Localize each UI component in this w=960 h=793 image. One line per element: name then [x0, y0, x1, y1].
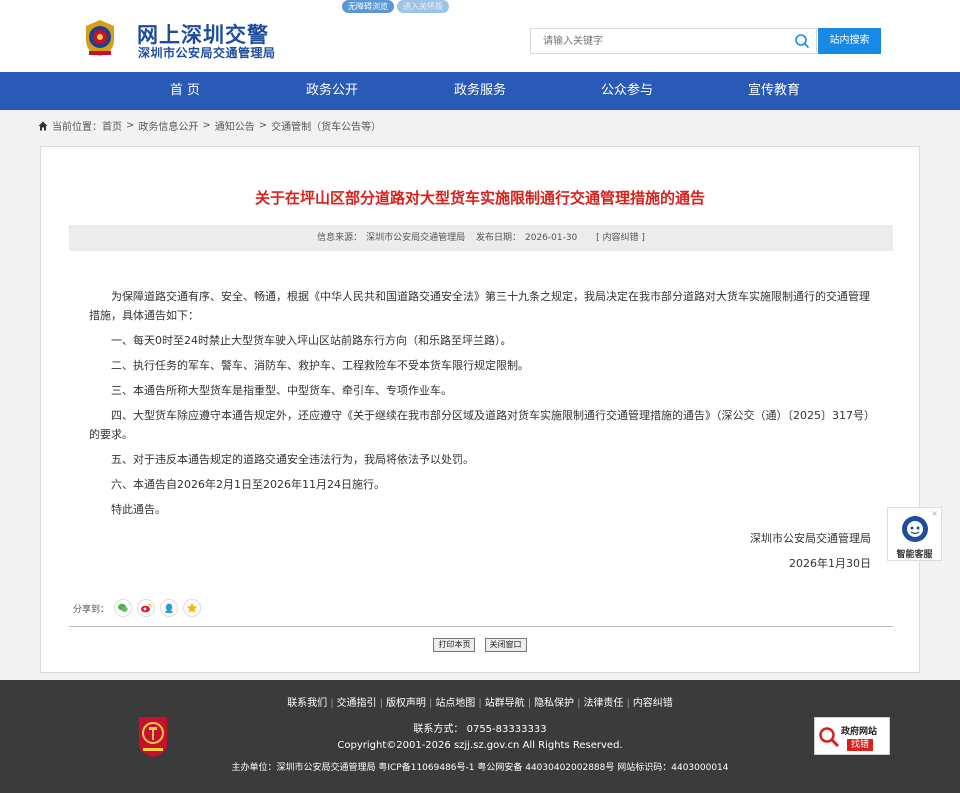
breadcrumb-separator: > [258, 120, 268, 131]
report-error-link[interactable]: [ 内容纠错 ] [596, 233, 645, 243]
nav-item-home[interactable]: 首 页 [125, 72, 245, 110]
share-label: 分享到： [73, 604, 110, 615]
article-body: 为保障道路交通有序、安全、畅通，根据《中华人民共和国道路交通安全法》第三十九条之… [89, 287, 879, 525]
main-nav: 首 页 政务公开 政务服务 公众参与 宣传教育 [0, 72, 960, 110]
care-mode-button[interactable]: 进入关怀版 [397, 0, 449, 13]
print-button[interactable]: 打印本页 [433, 638, 476, 652]
paragraph: 为保障道路交通有序、安全、畅通，根据《中华人民共和国道路交通安全法》第三十九条之… [89, 290, 870, 322]
divider [69, 626, 893, 627]
source-label: 信息来源： [317, 233, 363, 243]
nav-item-public-participation[interactable]: 公众参与 [567, 72, 687, 110]
accessibility-button[interactable]: 无障碍浏览 [342, 0, 394, 13]
smart-service-widget[interactable]: × 智能客服 [887, 507, 942, 561]
paragraph: 五、对于违反本通告规定的道路交通安全违法行为，我局将依法予以处罚。 [111, 453, 474, 466]
date-value: 2026-01-30 [524, 233, 578, 243]
home-icon [38, 121, 48, 130]
footer-link-contact[interactable]: 联系我们 [287, 698, 327, 709]
source-value: 深圳市公安局交通管理局 [366, 233, 466, 243]
paragraph: 四、大型货车除应遵守本通告规定外，还应遵守《关于继续在我市部分区域及道路对货车实… [89, 409, 875, 441]
article-title: 关于在坪山区部分道路对大型货车实施限制通行交通管理措施的通告 [254, 189, 705, 207]
breadcrumb-separator: > [126, 120, 135, 131]
footer-link-sitemap[interactable]: 站点地图 [435, 698, 475, 709]
accessibility-bar: 无障碍浏览 进入关怀版 [342, 0, 449, 13]
site-subtitle: 深圳市公安局交通管理局 [138, 46, 276, 60]
footer-link-legal[interactable]: 法律责任 [583, 698, 623, 709]
signature: 深圳市公安局交通管理局 [750, 532, 871, 545]
sign-date: 2026年1月30日 [789, 557, 871, 570]
wechat-icon[interactable] [114, 599, 133, 617]
breadcrumb-item-home[interactable]: 首页 [102, 118, 122, 133]
action-buttons: 打印本页 关闭窗口 [41, 632, 919, 652]
qq-icon[interactable] [160, 599, 179, 617]
breadcrumb-item-traffic-control[interactable]: 交通管制（货车公告等） [271, 118, 381, 133]
paragraph: 特此通告。 [111, 503, 166, 516]
article-panel: 关于在坪山区部分道路对大型货车实施限制通行交通管理措施的通告 信息来源： 深圳市公… [40, 146, 920, 673]
paragraph: 六、本通告自2026年2月1日至2026年11月24日施行。 [111, 478, 385, 491]
search-box [530, 28, 817, 54]
breadcrumb-item-notices[interactable]: 通知公告 [215, 118, 255, 133]
paragraph: 三、本通告所称大型货车是指重型、中型货车、牵引车、专项作业车。 [111, 384, 452, 397]
date-label: 发布日期： [475, 233, 521, 243]
nav-item-government-affairs[interactable]: 政务公开 [272, 72, 392, 110]
customer-service-icon[interactable] [900, 514, 930, 544]
close-window-button[interactable]: 关闭窗口 [484, 638, 527, 652]
paragraph: 二、执行任务的军车、警车、消防车、救护车、工程救险车不受本货车限行规定限制。 [111, 359, 529, 372]
site-search-button[interactable]: 站内搜索 [818, 28, 881, 54]
gov-badge-error: 找错 [847, 739, 874, 751]
search-icon[interactable] [794, 33, 810, 49]
police-badge-icon[interactable] [80, 18, 120, 58]
footer-link-report-error[interactable]: 内容纠错 [633, 698, 673, 709]
footer: 联系我们 | 交通指引 | 版权声明 | 站点地图 | 站群导航 | 隐私保护 | 法律责任 | 内容纠错 … [0, 680, 960, 793]
footer-link-traffic-guide[interactable]: 交通指引 [337, 698, 377, 709]
favorite-star-icon[interactable] [183, 599, 202, 617]
nav-item-government-services[interactable]: 政务服务 [420, 72, 540, 110]
gov-website-error-badge[interactable]: 政府网站 找错 [814, 717, 890, 755]
weibo-icon[interactable] [137, 599, 156, 617]
footer-links: 联系我们 | 交通指引 | 版权声明 | 站点地图 | 站群导航 | 隐私保护 | 法律责任 | 内容纠错 [287, 698, 673, 709]
article-meta: 信息来源： 深圳市公安局交通管理局 发布日期： 2026-01-30 [ 内容纠错 … [69, 225, 893, 251]
breadcrumb-separator: > [202, 120, 211, 131]
header: 无障碍浏览 进入关怀版 网上深圳交警 深圳市公安局交通管理局 站内搜索 [0, 0, 960, 72]
paragraph: 一、每天0时至24时禁止大型货车驶入坪山区站前路东行方向（和乐路至坪兰路）。 [111, 334, 512, 347]
footer-organizer: 主办单位：深圳市公安局交通管理局 粤ICP备11069486号-1 粤公网安备 … [231, 763, 729, 773]
breadcrumb-item-info[interactable]: 政务信息公开 [138, 118, 198, 133]
close-icon[interactable]: × [931, 509, 938, 518]
footer-link-copyright[interactable]: 版权声明 [386, 698, 426, 709]
footer-link-privacy[interactable]: 隐私保护 [534, 698, 574, 709]
search-input[interactable] [531, 29, 771, 54]
breadcrumb-prefix: 当前位置： [52, 122, 102, 133]
service-label: 智能客服 [896, 550, 933, 560]
gov-badge-title: 政府网站 [841, 727, 878, 737]
share-bar: 分享到： [73, 599, 202, 617]
magnifier-icon [819, 727, 840, 748]
breadcrumb: 当前位置： 首页 > 政务信息公开 > 通知公告 > 交通管制（货车公告等） [38, 118, 381, 133]
footer-link-site-group[interactable]: 站群导航 [485, 698, 525, 709]
nav-item-publicity-education[interactable]: 宣传教育 [714, 72, 834, 110]
